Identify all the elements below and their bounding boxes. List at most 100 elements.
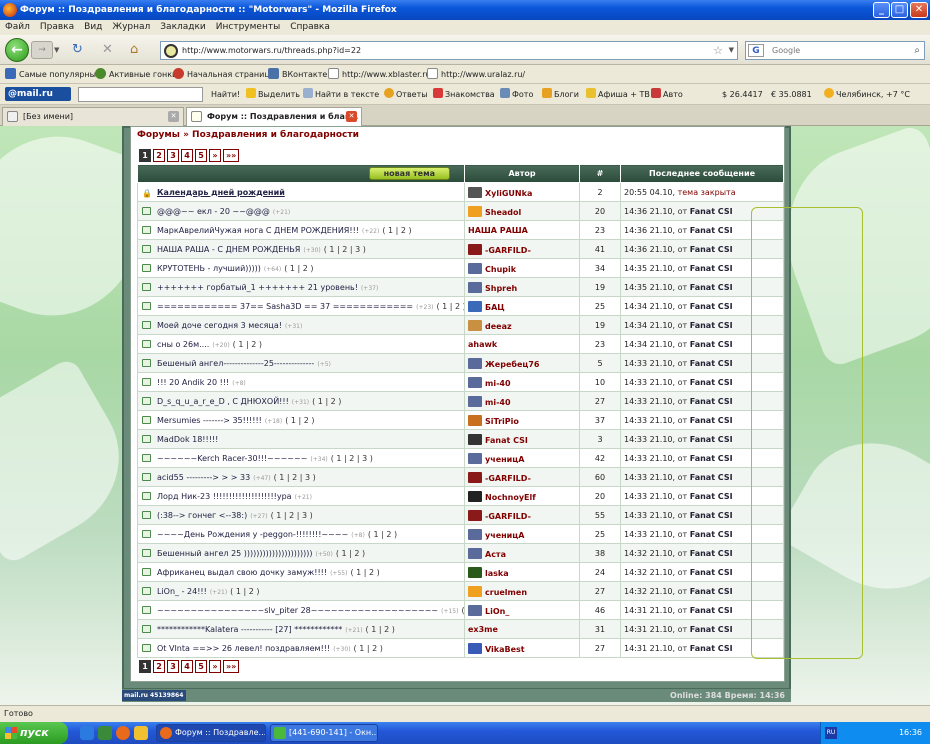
- bookmark-active-races[interactable]: Активные гонки: [95, 65, 177, 84]
- topic-pages[interactable]: ( 1 | 2 ): [350, 568, 379, 577]
- task-icq[interactable]: [441-690-141] - Окн...: [270, 724, 378, 742]
- last-post-author[interactable]: Fanat CSI: [690, 264, 733, 273]
- author-link[interactable]: Жеребец76: [485, 360, 539, 369]
- last-post-author[interactable]: тема закрыта: [678, 188, 736, 197]
- author-link[interactable]: Fanat CSI: [485, 436, 528, 445]
- page-5[interactable]: 5: [195, 149, 207, 162]
- task-firefox[interactable]: Форум :: Поздравле...: [156, 724, 266, 742]
- topic-title-link[interactable]: Моей доче сегодня 3 месяца!: [157, 321, 282, 330]
- close-button[interactable]: ✕: [910, 2, 928, 18]
- last-post-author[interactable]: Fanat CSI: [690, 340, 733, 349]
- topic-title-link[interactable]: НАША РАША - С ДНЕМ РОЖДЕНЬЯ: [157, 245, 300, 254]
- page-3[interactable]: 3: [167, 149, 179, 162]
- author-link[interactable]: laska: [485, 569, 509, 578]
- menu-history[interactable]: Журнал: [107, 22, 155, 32]
- page-3[interactable]: 3: [167, 660, 179, 673]
- maximize-button[interactable]: □: [891, 2, 908, 18]
- forward-button[interactable]: →: [31, 41, 53, 59]
- author-link[interactable]: БАЦ: [485, 303, 505, 312]
- author-link[interactable]: ученицА: [485, 455, 524, 464]
- topic-pages[interactable]: ( 1 | 2 ): [382, 226, 411, 235]
- author-link[interactable]: deeaz: [485, 322, 512, 331]
- bookmark-xblaster[interactable]: http://www.xblaster.ru/: [328, 65, 433, 84]
- author-link[interactable]: Sheadol: [485, 208, 521, 217]
- mailru-counter[interactable]: mail.ru 45139864: [122, 690, 186, 701]
- page-4[interactable]: 4: [181, 149, 193, 162]
- topic-title-link[interactable]: ~~~~День Рождения у -peggon-!!!!!!!!~~~~: [157, 530, 348, 539]
- last-post-author[interactable]: Fanat CSI: [690, 207, 733, 216]
- reload-icon[interactable]: ↻: [72, 43, 83, 57]
- last-post-author[interactable]: Fanat CSI: [690, 321, 733, 330]
- last-post-author[interactable]: Fanat CSI: [690, 568, 733, 577]
- quicklaunch-icon[interactable]: [98, 726, 112, 740]
- tab-blank[interactable]: [Без имени] ✕: [2, 107, 184, 126]
- mailru-highlight[interactable]: Выделить: [246, 84, 300, 105]
- mailru-search-input[interactable]: [78, 87, 203, 102]
- search-placeholder[interactable]: Google: [772, 42, 800, 59]
- eur-rate[interactable]: € 35.0881: [771, 84, 812, 105]
- page-last[interactable]: »»: [223, 660, 240, 673]
- mailru-dating[interactable]: Знакомства: [433, 84, 495, 105]
- author-link[interactable]: ex3me: [468, 625, 498, 634]
- last-post-author[interactable]: Fanat CSI: [690, 587, 733, 596]
- topic-title-link[interactable]: Календарь дней рождений: [157, 188, 285, 197]
- author-link[interactable]: VikaBest: [485, 645, 525, 654]
- author-link[interactable]: NochnoyElf: [485, 493, 536, 502]
- last-post-author[interactable]: Fanat CSI: [690, 606, 733, 615]
- topic-title-link[interactable]: D_s_q_u_a_r_e_D , С ДНЮХОЙ!!!: [157, 397, 289, 406]
- topic-title-link[interactable]: МаркАврелийЧужая нога С ДНЕМ РОЖДЕНИЯ!!!: [157, 226, 359, 235]
- topic-title-link[interactable]: Лорд Ник-23 !!!!!!!!!!!!!!!!!!!!ура: [157, 492, 292, 501]
- topic-title-link[interactable]: КРУТОТЕНЬ - лучший))))): [157, 264, 261, 273]
- page-last[interactable]: »»: [223, 149, 240, 162]
- topic-title-link[interactable]: ~~~~~~~~~~~~~~~~slv_piter 28~~~~~~~~~~~~…: [157, 606, 438, 615]
- page-4[interactable]: 4: [181, 660, 193, 673]
- url-dropdown-icon[interactable]: ▼: [729, 42, 734, 59]
- last-post-author[interactable]: Fanat CSI: [690, 511, 733, 520]
- topic-pages[interactable]: ( 1 | 2 ): [436, 302, 463, 311]
- topic-pages[interactable]: ( 1 | 2 ): [285, 416, 314, 425]
- last-post-author[interactable]: Fanat CSI: [690, 245, 733, 254]
- bookmark-vkontakte[interactable]: ВКонтакте: [268, 65, 327, 84]
- page-2[interactable]: 2: [153, 149, 165, 162]
- page-5[interactable]: 5: [195, 660, 207, 673]
- menu-bookmarks[interactable]: Закладки: [155, 22, 211, 32]
- last-post-author[interactable]: Fanat CSI: [690, 397, 733, 406]
- last-post-author[interactable]: Fanat CSI: [690, 492, 733, 501]
- mailru-afisha[interactable]: Афиша + ТВ: [586, 84, 650, 105]
- last-post-author[interactable]: Fanat CSI: [690, 226, 733, 235]
- author-link[interactable]: ahawk: [468, 340, 497, 349]
- bookmark-star-icon[interactable]: ☆: [713, 42, 723, 59]
- topic-title-link[interactable]: +++++++ горбатый_1 +++++++ 21 уровень!: [157, 283, 358, 292]
- topic-title-link[interactable]: Африканец выдал свою дочку замуж!!!!: [157, 568, 327, 577]
- back-button[interactable]: ←: [5, 38, 29, 62]
- topic-title-link[interactable]: !!! 20 Andik 20 !!!: [157, 378, 229, 387]
- search-box[interactable]: G Google ⌕: [745, 41, 925, 60]
- topic-title-link[interactable]: ============ 37== Sasha3D == 37 ========…: [157, 302, 413, 311]
- topic-title-link[interactable]: ~~~~~~Kerch Racer-30!!!~~~~~~: [157, 454, 307, 463]
- last-post-author[interactable]: Fanat CSI: [690, 473, 733, 482]
- last-post-author[interactable]: Fanat CSI: [690, 435, 733, 444]
- menu-help[interactable]: Справка: [285, 22, 335, 32]
- weather[interactable]: Челябинск, +7 °С: [824, 84, 910, 105]
- author-link[interactable]: Chupik: [485, 265, 516, 274]
- new-topic-button[interactable]: новая тема: [368, 167, 450, 180]
- topic-title-link[interactable]: @@@~~ екл - 20 ~~@@@: [157, 207, 270, 216]
- bookmark-start-page[interactable]: Начальная страница: [173, 65, 275, 84]
- topic-title-link[interactable]: LiOn_ - 24!!!: [157, 587, 207, 596]
- topic-title-link[interactable]: acid55 ---------> > > 33: [157, 473, 250, 482]
- topic-pages[interactable]: ( 1 | 2 ): [354, 644, 383, 653]
- page-2[interactable]: 2: [153, 660, 165, 673]
- topic-pages[interactable]: ( 1 | 2 | 3 ): [331, 454, 373, 463]
- topic-title-link[interactable]: Бешенный ангел 25 )))))))))))))))))))))): [157, 549, 312, 558]
- url-text[interactable]: http://www.motorwars.ru/threads.php?id=2…: [182, 42, 361, 59]
- bookmark-uralaz[interactable]: http://www.uralaz.ru/: [427, 65, 525, 84]
- last-post-author[interactable]: Fanat CSI: [690, 302, 733, 311]
- menu-file[interactable]: Файл: [0, 22, 35, 32]
- page-1[interactable]: 1: [139, 660, 151, 673]
- minimize-button[interactable]: _: [873, 2, 890, 18]
- topic-title-link[interactable]: Бешеный ангел--------------25-----------…: [157, 359, 314, 368]
- topic-pages[interactable]: ( 1 | 2 ): [366, 625, 395, 634]
- google-icon[interactable]: G: [748, 44, 764, 57]
- tab-forum[interactable]: Форум :: Поздравления и благ... ✕: [186, 107, 362, 126]
- mailru-find-in-text[interactable]: Найти в тексте: [303, 84, 379, 105]
